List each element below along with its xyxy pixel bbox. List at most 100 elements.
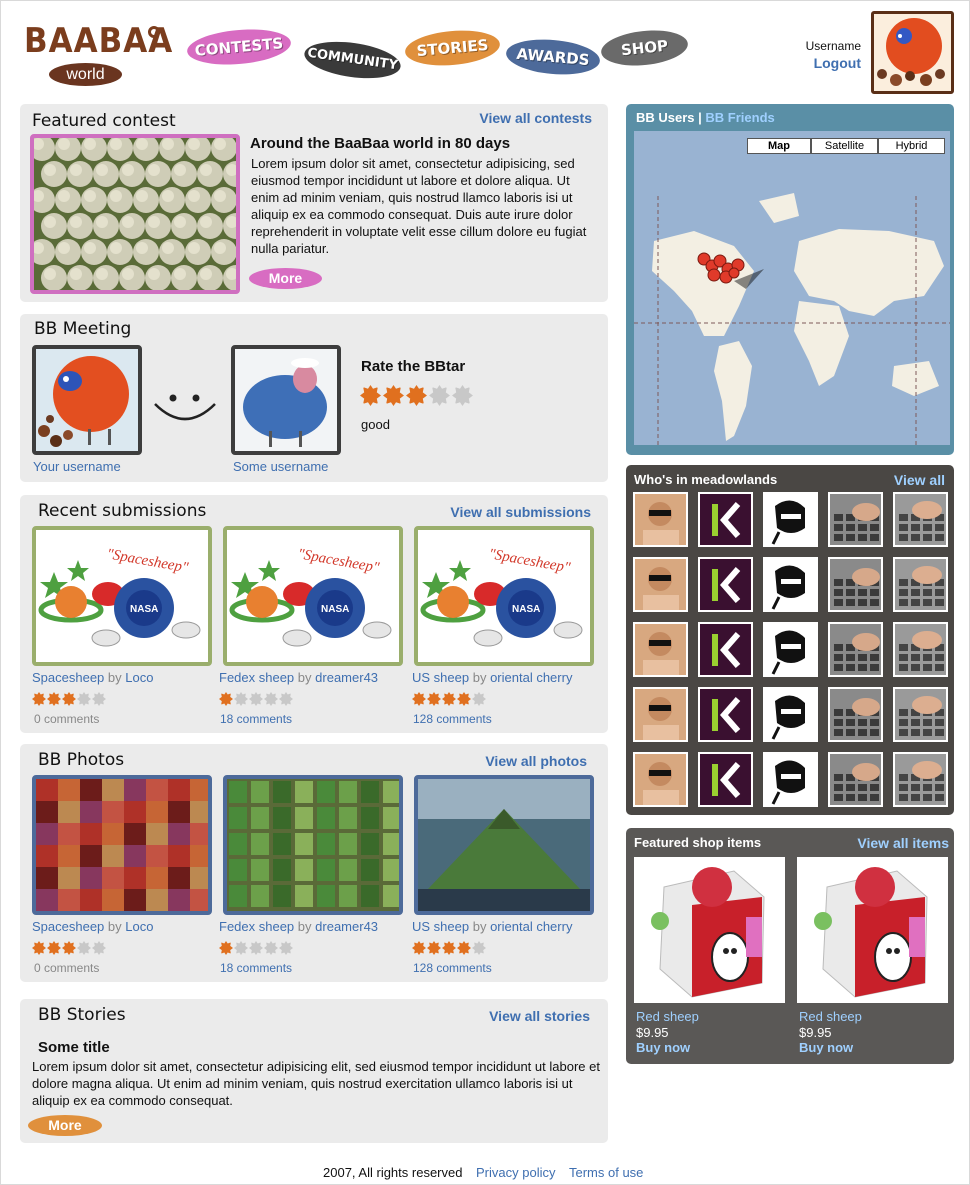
k-logo-avatar[interactable] (698, 622, 753, 677)
some-avatar[interactable] (231, 345, 341, 455)
item-title-link[interactable]: US sheep (412, 919, 469, 934)
sketch-avatar[interactable] (763, 687, 818, 742)
star-filled-icon[interactable] (442, 941, 456, 955)
star-empty-icon[interactable] (92, 941, 106, 955)
keyboard-avatar[interactable] (828, 752, 883, 807)
your-username-link[interactable]: Your username (33, 459, 121, 474)
comments-link[interactable]: 128 comments (413, 712, 492, 726)
item-title-link[interactable]: Fedex sheep (219, 919, 294, 934)
k-logo-avatar[interactable] (698, 492, 753, 547)
contest-title[interactable]: Around the BaaBaa world in 80 days (250, 135, 510, 152)
photo-image[interactable] (32, 775, 212, 915)
item-author-link[interactable]: Loco (125, 919, 153, 934)
star-empty-icon[interactable] (264, 692, 278, 706)
item-title-link[interactable]: Spacesheep (32, 670, 104, 685)
star-empty-icon[interactable] (472, 692, 486, 706)
submission-image[interactable]: "Spacesheep" NASA (414, 526, 594, 666)
star-empty-icon[interactable] (77, 692, 91, 706)
sketch-avatar[interactable] (763, 752, 818, 807)
star-empty-icon[interactable] (429, 385, 450, 406)
story-more-button[interactable]: More (28, 1115, 102, 1136)
star-filled-icon[interactable] (412, 941, 426, 955)
item-rating[interactable] (32, 941, 106, 955)
item-author-link[interactable]: dreamer43 (315, 919, 378, 934)
view-all-photos-link[interactable]: View all photos (485, 753, 587, 769)
buy-now-link[interactable]: Buy now (799, 1040, 853, 1055)
keyboard-avatar[interactable] (893, 492, 948, 547)
keyboard-avatar[interactable] (893, 557, 948, 612)
star-empty-icon[interactable] (472, 941, 486, 955)
item-title-link[interactable]: US sheep (412, 670, 469, 685)
photo-image[interactable] (414, 775, 594, 915)
sketch-avatar[interactable] (763, 557, 818, 612)
star-empty-icon[interactable] (249, 941, 263, 955)
user-photo-avatar[interactable] (633, 622, 688, 677)
item-author-link[interactable]: oriental cherry (490, 919, 572, 934)
item-rating[interactable] (412, 941, 486, 955)
submission-image[interactable]: "Spacesheep" NASA (32, 526, 212, 666)
star-empty-icon[interactable] (264, 941, 278, 955)
star-filled-icon[interactable] (47, 692, 61, 706)
sketch-avatar[interactable] (763, 492, 818, 547)
comments-link[interactable]: 0 comments (34, 961, 99, 975)
tab-bb-users[interactable]: BB Users (636, 110, 695, 125)
star-filled-icon[interactable] (427, 941, 441, 955)
star-empty-icon[interactable] (279, 941, 293, 955)
star-filled-icon[interactable] (32, 941, 46, 955)
item-title-link[interactable]: Spacesheep (32, 919, 104, 934)
star-filled-icon[interactable] (383, 385, 404, 406)
star-empty-icon[interactable] (234, 941, 248, 955)
star-filled-icon[interactable] (219, 941, 233, 955)
shop-item-image[interactable] (797, 857, 948, 1003)
item-rating[interactable] (219, 941, 293, 955)
buy-now-link[interactable]: Buy now (636, 1040, 690, 1055)
star-filled-icon[interactable] (457, 941, 471, 955)
map-type-satellite-button[interactable]: Satellite (811, 138, 878, 154)
star-empty-icon[interactable] (77, 941, 91, 955)
item-rating[interactable] (32, 692, 106, 706)
item-rating[interactable] (219, 692, 293, 706)
user-photo-avatar[interactable] (633, 752, 688, 807)
terms-of-use-link[interactable]: Terms of use (569, 1165, 643, 1180)
item-author-link[interactable]: Loco (125, 670, 153, 685)
comments-link[interactable]: 18 comments (220, 961, 292, 975)
world-map[interactable]: Map Satellite Hybrid (634, 131, 950, 445)
sketch-avatar[interactable] (763, 622, 818, 677)
star-empty-icon[interactable] (92, 692, 106, 706)
star-filled-icon[interactable] (427, 692, 441, 706)
contest-image[interactable] (30, 134, 240, 294)
comments-link[interactable]: 0 comments (34, 712, 99, 726)
keyboard-avatar[interactable] (893, 687, 948, 742)
logout-link[interactable]: Logout (814, 55, 861, 71)
star-empty-icon[interactable] (234, 692, 248, 706)
view-all-submissions-link[interactable]: View all submissions (450, 504, 591, 520)
view-all-contests-link[interactable]: View all contests (479, 110, 592, 126)
keyboard-avatar[interactable] (828, 687, 883, 742)
keyboard-avatar[interactable] (893, 622, 948, 677)
star-filled-icon[interactable] (62, 692, 76, 706)
map-type-hybrid-button[interactable]: Hybrid (878, 138, 945, 154)
star-filled-icon[interactable] (406, 385, 427, 406)
keyboard-avatar[interactable] (828, 622, 883, 677)
star-empty-icon[interactable] (452, 385, 473, 406)
star-filled-icon[interactable] (219, 692, 233, 706)
shop-item-name-link[interactable]: Red sheep (799, 1009, 862, 1024)
photo-image[interactable] (223, 775, 403, 915)
star-filled-icon[interactable] (47, 941, 61, 955)
view-all-stories-link[interactable]: View all stories (489, 1008, 590, 1024)
star-empty-icon[interactable] (249, 692, 263, 706)
shop-item-name-link[interactable]: Red sheep (636, 1009, 699, 1024)
star-filled-icon[interactable] (457, 692, 471, 706)
user-avatar[interactable] (871, 11, 954, 94)
story-title[interactable]: Some title (38, 1039, 110, 1056)
comments-link[interactable]: 18 comments (220, 712, 292, 726)
baabaa-logo[interactable]: BAABAA world (24, 22, 172, 86)
item-rating[interactable] (412, 692, 486, 706)
meadow-view-all-link[interactable]: View all (894, 472, 945, 488)
item-title-link[interactable]: Fedex sheep (219, 670, 294, 685)
user-photo-avatar[interactable] (633, 557, 688, 612)
map-type-map-button[interactable]: Map (747, 138, 811, 154)
submission-image[interactable]: "Spacesheep" NASA (223, 526, 403, 666)
comments-link[interactable]: 128 comments (413, 961, 492, 975)
rating-stars[interactable] (360, 385, 473, 406)
